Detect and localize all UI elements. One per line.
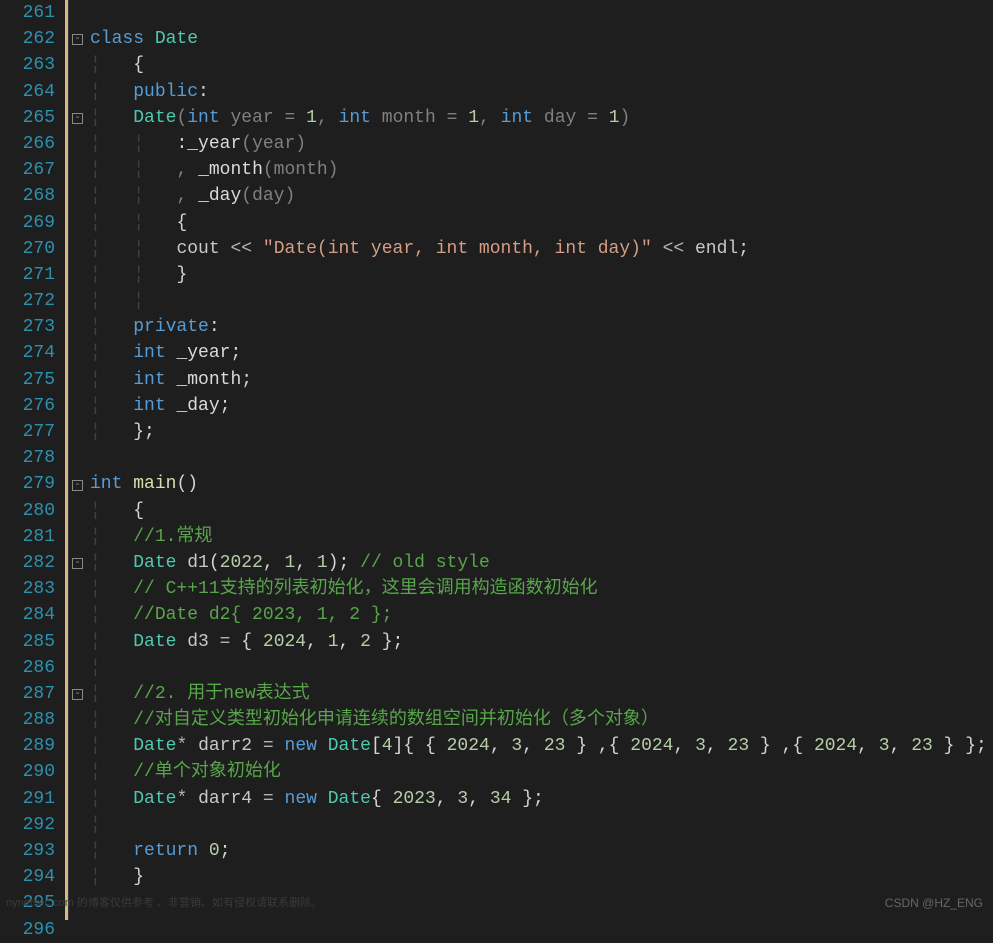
line-number: 293	[0, 838, 55, 864]
fold-toggle-icon[interactable]: -	[72, 480, 83, 491]
code-line[interactable]: ¦ int _year;	[90, 340, 993, 366]
code-line[interactable]: ¦ ¦ , _day(day)	[90, 183, 993, 209]
line-number: 265	[0, 105, 55, 131]
watermark-right: CSDN @HZ_ENG	[885, 890, 983, 916]
line-number: 286	[0, 655, 55, 681]
fold-toggle-icon[interactable]: -	[72, 34, 83, 45]
code-line[interactable]: ¦ };	[90, 419, 993, 445]
fold-toggle-icon[interactable]: -	[72, 113, 83, 124]
fold-toggle-icon[interactable]: -	[72, 558, 83, 569]
code-line[interactable]: ¦ ¦	[90, 288, 993, 314]
line-number: 262	[0, 26, 55, 52]
code-line[interactable]	[90, 445, 993, 471]
code-line[interactable]: ¦ //对自定义类型初始化申请连续的数组空间并初始化（多个对象）	[90, 707, 993, 733]
line-number: 287	[0, 681, 55, 707]
line-number: 271	[0, 262, 55, 288]
line-number-gutter: 2612622632642652662672682692702712722732…	[0, 0, 65, 920]
line-number: 274	[0, 340, 55, 366]
code-line[interactable]: ¦	[90, 812, 993, 838]
code-line[interactable]: ¦ Date(int year = 1, int month = 1, int …	[90, 105, 993, 131]
line-number: 280	[0, 498, 55, 524]
line-number: 267	[0, 157, 55, 183]
code-line[interactable]: ¦ Date d1(2022, 1, 1); // old style	[90, 550, 993, 576]
line-number: 285	[0, 629, 55, 655]
code-editor[interactable]: 2612622632642652662672682692702712722732…	[0, 0, 993, 920]
code-line[interactable]	[90, 0, 993, 26]
code-line[interactable]: ¦ return 0;	[90, 838, 993, 864]
line-number: 292	[0, 812, 55, 838]
line-number: 284	[0, 602, 55, 628]
line-number: 269	[0, 210, 55, 236]
code-line[interactable]: ¦ ¦ :_year(year)	[90, 131, 993, 157]
code-line[interactable]: ¦ public:	[90, 79, 993, 105]
code-line[interactable]: ¦ // C++11支持的列表初始化，这里会调用构造函数初始化	[90, 576, 993, 602]
line-number: 273	[0, 314, 55, 340]
line-number: 279	[0, 471, 55, 497]
code-line[interactable]: ¦ }	[90, 864, 993, 890]
line-number: 272	[0, 288, 55, 314]
code-line[interactable]: int main()	[90, 471, 993, 497]
line-number: 283	[0, 576, 55, 602]
line-number: 268	[0, 183, 55, 209]
line-number: 276	[0, 393, 55, 419]
line-number: 275	[0, 367, 55, 393]
code-line[interactable]: ¦ Date* darr4 = new Date{ 2023, 3, 34 };	[90, 786, 993, 812]
line-number: 289	[0, 733, 55, 759]
code-line[interactable]: ¦ //2. 用于new表达式	[90, 681, 993, 707]
line-number: 288	[0, 707, 55, 733]
line-number: 264	[0, 79, 55, 105]
line-number: 270	[0, 236, 55, 262]
code-line[interactable]: ¦ {	[90, 52, 993, 78]
line-number: 266	[0, 131, 55, 157]
line-number: 281	[0, 524, 55, 550]
code-line[interactable]: ¦ Date* darr2 = new Date[4]{ { 2024, 3, …	[90, 733, 993, 759]
code-line[interactable]: ¦ Date d3 = { 2024, 1, 2 };	[90, 629, 993, 655]
code-line[interactable]: ¦ ¦ , _month(month)	[90, 157, 993, 183]
code-line[interactable]: ¦ //单个对象初始化	[90, 759, 993, 785]
line-number: 261	[0, 0, 55, 26]
code-line[interactable]: ¦ ¦ cout << "Date(int year, int month, i…	[90, 236, 993, 262]
code-line[interactable]: ¦ ¦ }	[90, 262, 993, 288]
line-number: 290	[0, 759, 55, 785]
code-line[interactable]: ¦ int _day;	[90, 393, 993, 419]
code-line[interactable]: ¦ int _month;	[90, 367, 993, 393]
fold-toggle-icon[interactable]: -	[72, 689, 83, 700]
watermark-left: nynetsec.com 的博客仅供参考 、非营销、如有侵权请联系删除。	[6, 890, 322, 916]
line-number: 282	[0, 550, 55, 576]
code-line[interactable]: ¦ {	[90, 498, 993, 524]
line-number: 277	[0, 419, 55, 445]
code-line[interactable]: ¦ //Date d2{ 2023, 1, 2 };	[90, 602, 993, 628]
code-line[interactable]	[90, 917, 993, 943]
line-number: 263	[0, 52, 55, 78]
code-line[interactable]: ¦	[90, 655, 993, 681]
code-line[interactable]: ¦ //1.常规	[90, 524, 993, 550]
code-area[interactable]: class Date¦ {¦ public:¦ Date(int year = …	[88, 0, 993, 920]
code-line[interactable]: ¦ private:	[90, 314, 993, 340]
code-line[interactable]: ¦ ¦ {	[90, 210, 993, 236]
code-line[interactable]: class Date	[90, 26, 993, 52]
line-number: 296	[0, 917, 55, 943]
line-number: 291	[0, 786, 55, 812]
line-number: 278	[0, 445, 55, 471]
line-number: 294	[0, 864, 55, 890]
fold-column: - - - - -	[68, 0, 88, 920]
